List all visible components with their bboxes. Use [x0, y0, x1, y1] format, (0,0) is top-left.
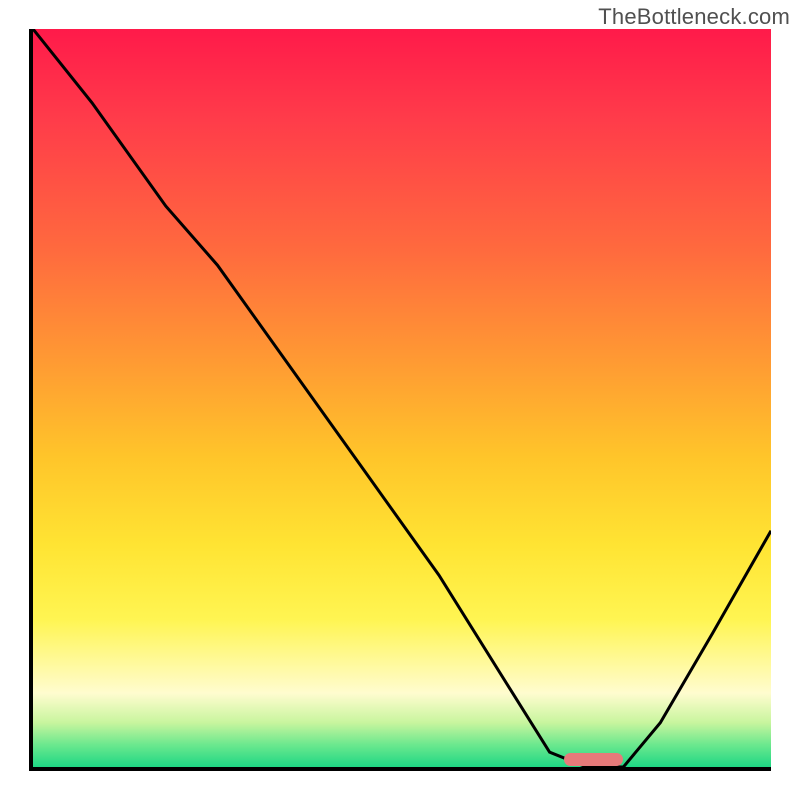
chart-container: TheBottleneck.com	[0, 0, 800, 800]
watermark-text: TheBottleneck.com	[598, 4, 790, 30]
bottleneck-curve-path	[33, 29, 771, 767]
curve-svg	[33, 29, 771, 767]
trough-marker	[564, 753, 623, 766]
plot-area	[29, 29, 771, 771]
